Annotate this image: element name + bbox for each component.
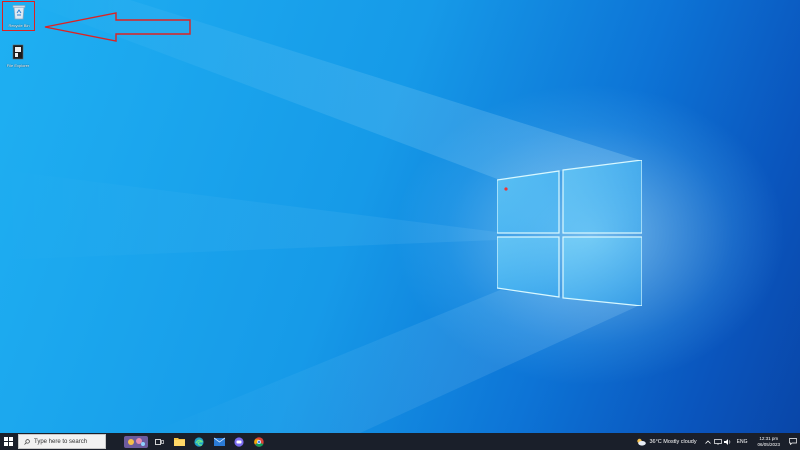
- weather-widget[interactable]: 36°C Mostly cloudy: [636, 438, 697, 446]
- task-view-icon: [154, 438, 164, 445]
- taskbar-clock[interactable]: 12:31 pm 06/05/2023: [757, 436, 780, 447]
- taskbar: Type here to search 36°C Mostly cloudy E…: [0, 433, 800, 450]
- speaker-icon: [723, 438, 730, 445]
- volume-button[interactable]: [723, 438, 733, 445]
- desktop-icon-file-explorer[interactable]: File Explorer: [1, 43, 35, 68]
- taskbar-task-view[interactable]: [149, 433, 169, 450]
- taskbar-edge[interactable]: [189, 433, 209, 450]
- taskbar-file-explorer[interactable]: [169, 433, 189, 450]
- file-explorer-label: File Explorer: [6, 63, 30, 68]
- network-button[interactable]: [713, 438, 723, 445]
- network-icon: [713, 438, 722, 445]
- start-button[interactable]: [0, 433, 16, 450]
- desktop-icon-recycle-bin[interactable]: Recycle Bin: [2, 3, 36, 28]
- show-hidden-icons-button[interactable]: [703, 439, 713, 444]
- windows-logo-wallpaper: [497, 160, 642, 306]
- language-indicator[interactable]: ENG: [737, 439, 748, 445]
- notification-center-button[interactable]: [786, 433, 800, 450]
- search-placeholder: Type here to search: [34, 438, 88, 445]
- cloudy-weather-icon: [637, 438, 647, 446]
- notification-icon: [789, 438, 797, 445]
- search-icon: [24, 438, 30, 445]
- taskbar-chrome[interactable]: [249, 433, 269, 450]
- mail-icon: [213, 437, 225, 446]
- taskbar-search-box[interactable]: Type here to search: [18, 434, 106, 449]
- chevron-up-icon: [704, 439, 711, 444]
- taskbar-mail[interactable]: [209, 433, 229, 450]
- recycle-bin-label: Recycle Bin: [8, 23, 30, 28]
- system-tray: 36°C Mostly cloudy ENG 12:31 pm 06/05/20…: [636, 433, 800, 450]
- folder-icon: [173, 438, 185, 446]
- news-doodle-icon: [124, 435, 148, 448]
- clock-date: 06/05/2023: [757, 441, 780, 447]
- recycle-bin-icon: [12, 5, 26, 20]
- weather-text: 36°C Mostly cloudy: [649, 438, 697, 445]
- desktop-wallpaper[interactable]: Recycle Bin File Explorer: [0, 0, 800, 433]
- wallpaper-light-beams: [0, 0, 640, 433]
- windows-start-icon: [3, 437, 13, 446]
- taskbar-news-widget[interactable]: [123, 433, 149, 450]
- chrome-browser-icon: [254, 436, 264, 447]
- taskbar-chat[interactable]: [229, 433, 249, 450]
- edge-browser-icon: [194, 436, 204, 447]
- file-explorer-shortcut-icon: [12, 44, 24, 60]
- chat-app-icon: [234, 436, 244, 447]
- annotation-arrow-icon: [44, 12, 191, 42]
